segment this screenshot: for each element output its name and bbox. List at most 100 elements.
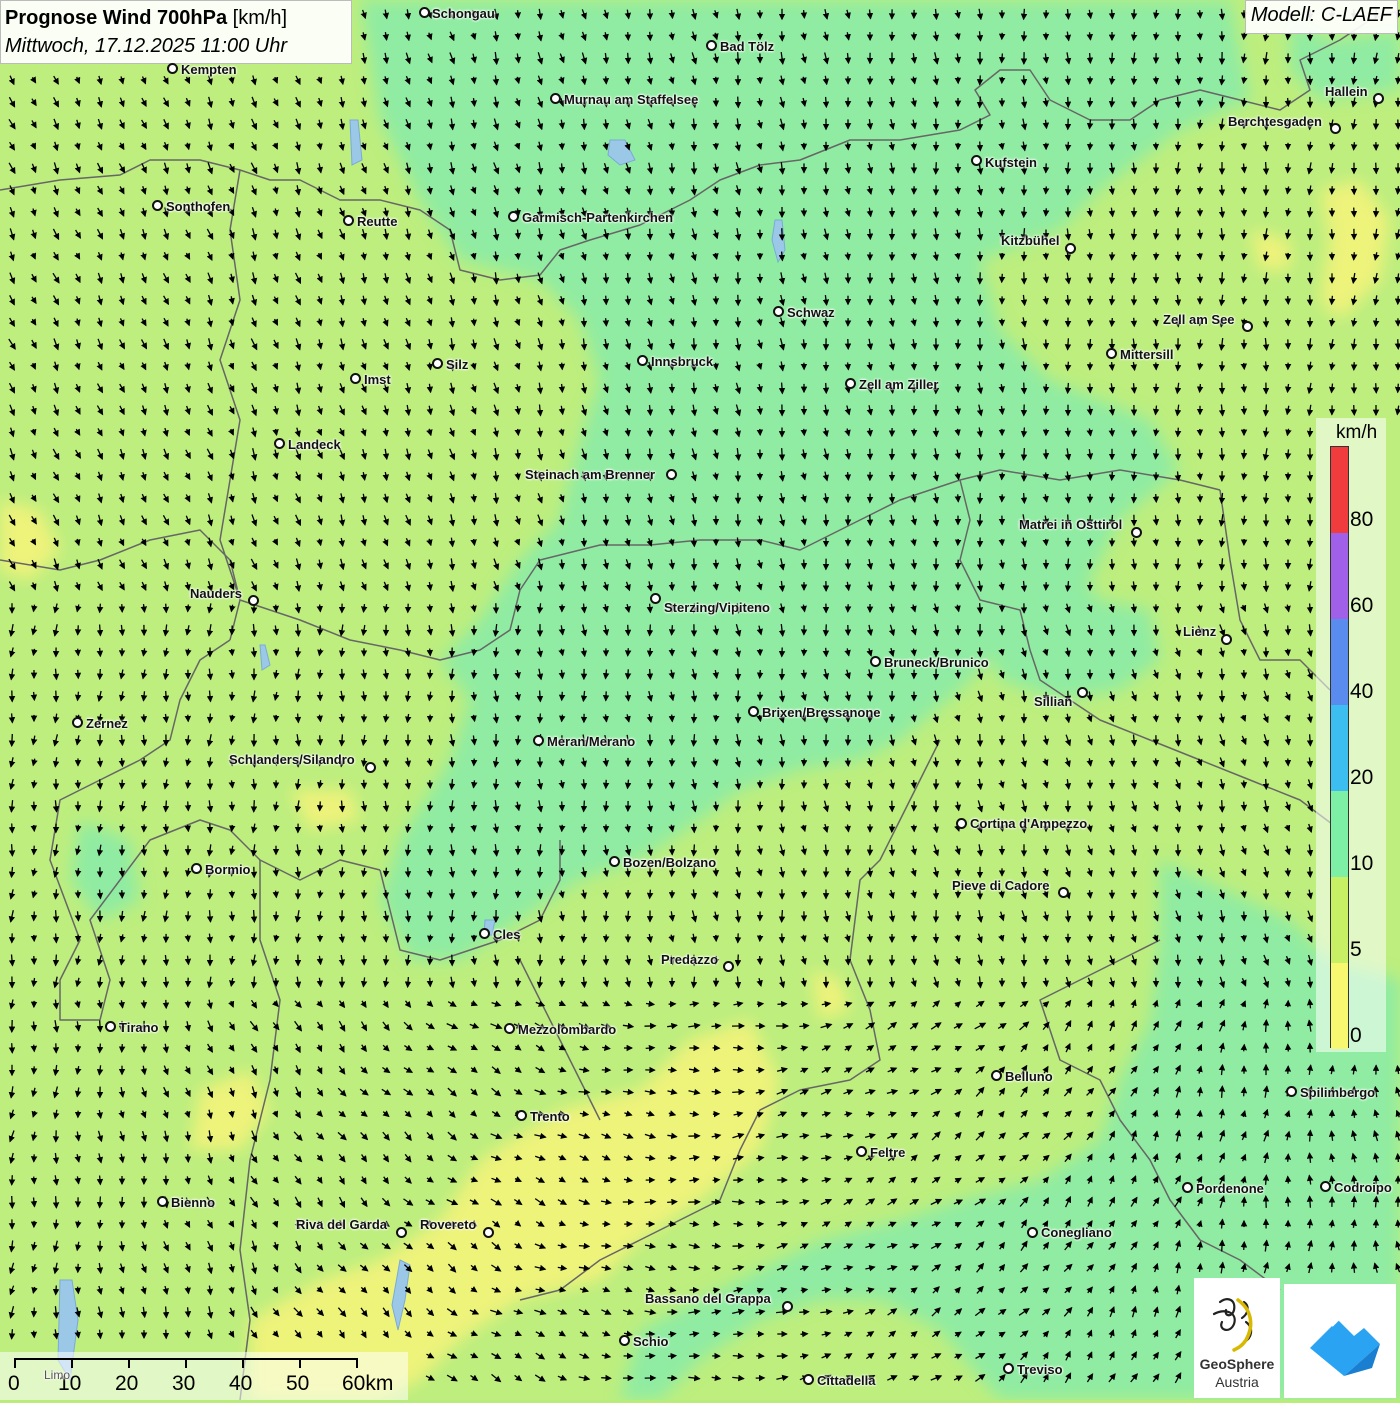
wind-arrow <box>650 669 651 679</box>
wind-arrow <box>799 1312 808 1313</box>
wind-arrow <box>1310 734 1311 745</box>
wind-arrow <box>628 32 629 40</box>
wind-arrow <box>980 514 981 526</box>
app-logo[interactable] <box>1284 1284 1396 1398</box>
wind-arrow <box>34 912 35 921</box>
wind-arrow <box>56 1196 57 1208</box>
wind-arrow <box>1244 1242 1245 1250</box>
city-marker <box>803 1374 814 1385</box>
wind-arrow <box>738 691 739 702</box>
wind-arrow <box>100 1021 101 1032</box>
wind-arrow <box>320 825 321 831</box>
wind-arrow <box>1244 1198 1245 1207</box>
wind-arrow <box>78 649 79 656</box>
legend-label-60: 60 <box>1350 594 1373 618</box>
wind-arrow <box>12 824 13 833</box>
city-marker <box>516 1110 527 1121</box>
wind-arrow <box>1112 53 1113 64</box>
wind-arrow <box>694 757 695 766</box>
wind-arrow <box>1310 867 1311 877</box>
wind-arrow <box>672 780 673 788</box>
wind-arrow <box>1222 31 1223 40</box>
wind-arrow <box>166 801 167 812</box>
wind-arrow <box>667 1202 677 1203</box>
wind-arrow <box>430 670 431 679</box>
wind-arrow <box>1068 428 1069 436</box>
geosphere-emblem-icon <box>1194 1282 1280 1358</box>
scale-label-20: 20 <box>115 1372 138 1396</box>
wind-arrow <box>1222 142 1223 151</box>
city-label: Riva del Garda <box>296 1217 387 1232</box>
color-legend: km/h 80 60 40 20 10 5 0 <box>1316 418 1386 1052</box>
model-label: Modell: C-LAEF <box>1245 0 1398 34</box>
city-label: Cittadella <box>817 1373 876 1388</box>
wind-arrow <box>848 559 849 569</box>
city-label: Schongau <box>432 6 495 21</box>
city-marker <box>1286 1086 1297 1097</box>
city-marker <box>1003 1363 1014 1374</box>
wind-arrow <box>1354 1241 1355 1251</box>
wind-arrow <box>914 363 915 370</box>
city-marker <box>365 762 376 773</box>
city-label: Codroipo <box>1334 1180 1392 1195</box>
wind-arrow <box>100 779 101 788</box>
wind-arrow <box>650 252 651 260</box>
wind-arrow <box>1068 97 1069 107</box>
wind-arrow <box>474 670 475 678</box>
wind-arrow <box>1200 473 1201 480</box>
city-marker <box>483 1227 494 1238</box>
city-marker <box>274 438 285 449</box>
wind-arrow <box>936 119 937 130</box>
wind-arrow <box>782 383 783 394</box>
city-marker <box>1182 1182 1193 1193</box>
wind-arrow <box>777 1158 787 1159</box>
wind-arrow <box>276 912 277 921</box>
wind-arrow <box>1046 846 1047 855</box>
scale-tick <box>185 1358 187 1368</box>
wind-arrow <box>144 868 145 877</box>
wind-arrow <box>782 910 783 922</box>
wind-arrow <box>733 1334 743 1335</box>
legend-label-0: 0 <box>1350 1024 1362 1048</box>
wind-arrow <box>496 669 497 680</box>
city-marker <box>167 63 178 74</box>
wind-arrow <box>1090 934 1091 941</box>
geosphere-logo[interactable]: GeoSphere Austria <box>1194 1278 1280 1398</box>
wind-arrow <box>1222 824 1223 833</box>
city-marker <box>1027 1227 1038 1238</box>
map-title-unit: [km/h] <box>233 7 287 29</box>
city-marker <box>637 355 648 366</box>
wind-arrow <box>689 1356 699 1357</box>
city-marker <box>248 595 259 606</box>
city-label: Zernez <box>86 716 128 731</box>
wind-arrow <box>1200 10 1201 18</box>
wind-arrow <box>1068 362 1069 371</box>
wind-arrow <box>518 978 519 986</box>
wind-arrow <box>78 780 79 788</box>
wind-arrow <box>1002 274 1003 282</box>
wind-arrow <box>826 97 827 107</box>
wind-arrow <box>892 405 893 415</box>
city-label: Bienno <box>171 1195 215 1210</box>
city-label: Nauders <box>190 586 242 601</box>
wind-arrow <box>1354 1197 1355 1208</box>
wind-arrow <box>1244 187 1245 194</box>
city-marker <box>1330 123 1341 134</box>
wind-arrow <box>584 910 585 921</box>
wind-arrow <box>713 1180 720 1181</box>
wind-arrow <box>1134 76 1135 84</box>
wind-arrow <box>782 448 783 460</box>
city-marker <box>396 1227 407 1238</box>
wind-arrow <box>826 515 827 526</box>
city-label: Schlanders/Silandro <box>229 752 355 767</box>
legend-label-5: 5 <box>1350 938 1362 962</box>
wind-arrow <box>936 581 937 591</box>
wind-arrow <box>56 1286 57 1295</box>
wind-arrow <box>12 1043 13 1053</box>
wind-arrow <box>914 143 915 150</box>
scale-tick <box>356 1358 358 1368</box>
wind-arrow <box>1222 1086 1223 1098</box>
wind-arrow <box>210 889 211 898</box>
wind-arrow <box>144 714 145 721</box>
wind-arrow <box>980 142 981 151</box>
